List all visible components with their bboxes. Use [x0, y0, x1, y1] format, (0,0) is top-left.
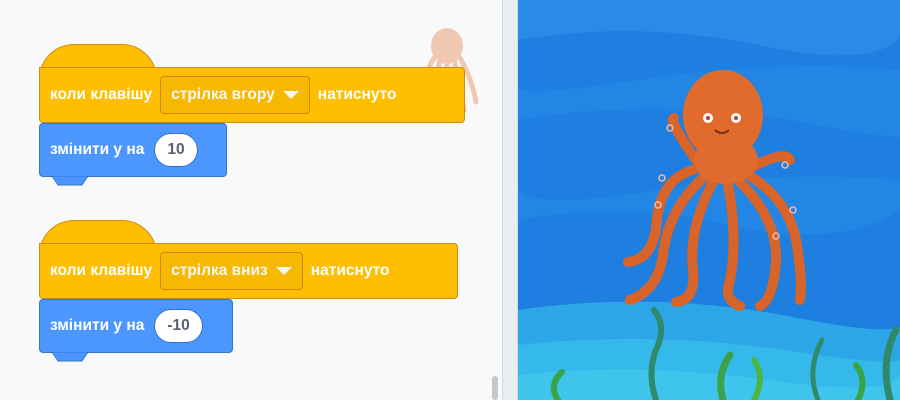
block-notch	[52, 176, 88, 186]
pane-divider	[502, 0, 518, 400]
code-area[interactable]: коли клавішу стрілка вгору натиснуто змі…	[0, 0, 502, 400]
block-label: коли клавішу	[50, 262, 153, 279]
key-dropdown[interactable]: стрілка вниз	[160, 252, 303, 290]
block-label: натиснуто	[317, 86, 397, 103]
block-label: коли клавішу	[50, 86, 153, 103]
change-y-value-input[interactable]: -10	[154, 309, 203, 343]
key-dropdown[interactable]: стрілка вгору	[160, 76, 310, 114]
vertical-scrollbar[interactable]	[492, 376, 498, 400]
block-label: змінити у на	[50, 141, 145, 158]
when-key-pressed-block[interactable]: коли клавішу стрілка вгору натиснуто	[39, 67, 465, 123]
chevron-down-icon	[282, 91, 299, 99]
block-label: натиснуто	[310, 262, 390, 279]
chevron-down-icon	[275, 267, 292, 275]
change-y-block[interactable]: змінити у на 10	[39, 123, 227, 177]
change-y-value-input[interactable]: 10	[154, 133, 198, 167]
block-notch	[52, 352, 88, 362]
underwater-backdrop	[518, 0, 900, 400]
change-y-block[interactable]: змінити у на -10	[39, 299, 233, 353]
key-dropdown-value: стрілка вгору	[171, 86, 275, 103]
key-dropdown-value: стрілка вниз	[171, 262, 268, 279]
block-label: змінити у на	[50, 317, 145, 334]
when-key-pressed-block[interactable]: коли клавішу стрілка вниз натиснуто	[39, 243, 458, 299]
stage[interactable]	[518, 0, 900, 400]
